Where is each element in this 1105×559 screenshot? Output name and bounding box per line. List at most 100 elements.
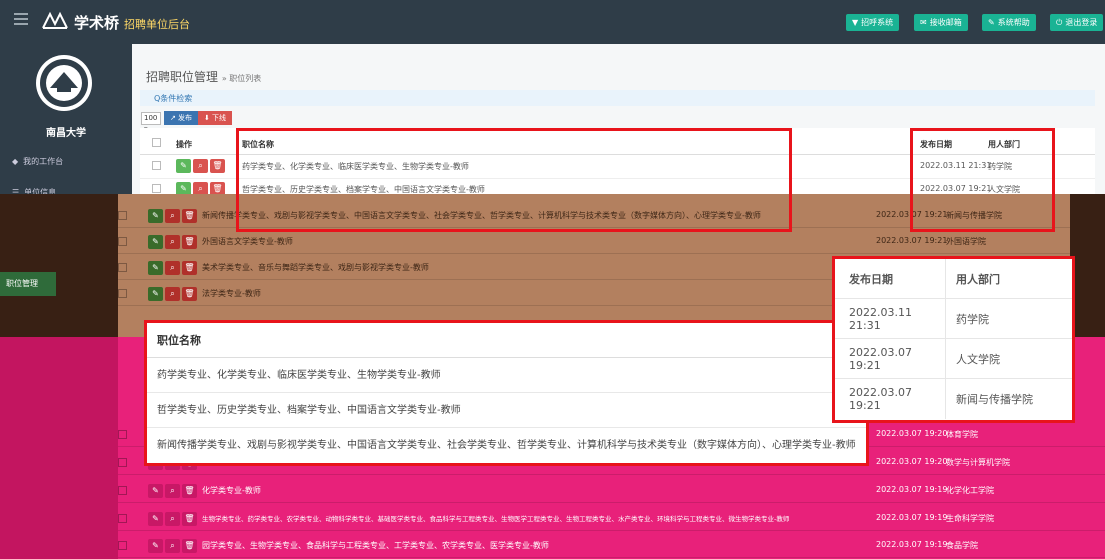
row-checkbox[interactable] [118,430,127,439]
trash-icon[interactable]: 🗑 [210,159,225,173]
zoom-row: 哲学类专业、历史学类专业、档案学专业、中国语言文学类专业-教师 [147,393,866,428]
bridge-logo-icon [42,11,68,29]
edit-icon[interactable]: ✎ [148,209,163,223]
envelope-icon: ✉ [920,18,927,27]
trash-icon[interactable]: 🗑 [182,235,197,249]
publish-date: 2022.03.07 19:19 [876,540,948,549]
recruit-system-button[interactable]: ▼ 招呼系统 [846,14,900,31]
zoom-header: 职位名称 [147,323,866,358]
edit-icon[interactable]: ✎ [148,287,163,301]
zoom-callout-date-dept: 发布日期 用人部门 2022.03.11 21:31 药学院 2022.03.0… [832,256,1075,423]
filter-label[interactable]: Q条件检索 [154,93,192,104]
publish-date: 2022.03.07 19:20 [876,429,948,438]
top-navbar: 学术桥 招聘单位后台 ▼ 招呼系统 ✉ 接收邮箱 ✎ 系统帮助 ⏻ 退出登录 [0,0,1105,44]
row-checkbox[interactable] [118,237,127,246]
department: 体育学院 [946,430,978,439]
publish-date: 2022.03.07 19:21 [876,236,948,245]
search-icon[interactable]: ⌕ [165,287,180,301]
row-checkbox[interactable] [118,486,127,495]
zoom-row: 2022.03.07 19:21 新闻与传播学院 [835,379,1072,419]
department: 数学与计算机学院 [946,458,1010,467]
university-name: 南昌大学 [46,128,86,139]
down-icon: ⬇ [203,114,210,122]
row-checkbox[interactable] [152,184,161,193]
breadcrumb: 招聘职位管理 » 职位列表 [146,70,262,84]
row-checkbox[interactable] [118,211,127,220]
department: 食品学院 [946,541,978,550]
tag-icon: ◆ [12,157,19,166]
search-icon[interactable]: ⌕ [193,159,208,173]
brand-name: 学术桥 [74,14,120,32]
publish-date: 2022.03.07 19:19 [876,485,948,494]
logout-button[interactable]: ⏻ 退出登录 [1050,14,1104,31]
table-row: ✎ ⌕ 🗑 园学类专业、生物学类专业、食品科学与工程类专业、工学类专业、农学类专业、… [118,534,1105,558]
trash-icon[interactable]: 🗑 [182,539,197,553]
table-row: ✎ ⌕ 🗑 化学类专业-教师 2022.03.07 19:19 化学化工学院 [118,479,1105,503]
publish-date: 2022.03.07 19:19 [876,513,948,522]
job-name[interactable]: 化学类专业-教师 [202,485,261,496]
job-name[interactable]: 法学类专业-教师 [202,288,261,299]
row-checkbox[interactable] [118,458,127,467]
job-name[interactable]: 外国语言文学类专业-教师 [202,236,293,247]
offline-button[interactable]: ⬇ 下线 [198,111,232,125]
university-seal-icon [36,55,92,111]
name-column-highlight [236,128,792,232]
edit-icon[interactable]: ✎ [148,512,163,526]
edit-icon[interactable]: ✎ [148,235,163,249]
page-size-select[interactable]: 100 ▾ [141,112,161,133]
table-row: ✎ ⌕ 🗑 生物学类专业、药学类专业、农学类专业、动物科学类专业、基础医学类专业、食… [118,507,1105,531]
sidebar-overlay-pink [0,337,118,559]
zoom-row: 2022.03.11 21:31 药学院 [835,299,1072,339]
search-icon[interactable]: ⌕ [165,512,180,526]
table-row: ✎ ⌕ 🗑 外国语言文学类专业-教师 2022.03.07 19:21 外国语学院 [118,230,1105,254]
job-name[interactable]: 美术学类专业、音乐与舞蹈学类专业、戏剧与影视学类专业-教师 [202,262,429,273]
power-icon: ⏻ [1056,18,1063,27]
department: 外国语学院 [946,237,986,246]
edit-icon[interactable]: ✎ [148,539,163,553]
trash-icon[interactable]: 🗑 [182,261,197,275]
row-checkbox[interactable] [118,289,127,298]
select-all-checkbox[interactable] [152,138,161,147]
filter-icon: ▼ [852,18,859,27]
edit-icon[interactable]: ✎ [148,261,163,275]
zoom-row: 2022.03.07 19:21 人文学院 [835,339,1072,379]
menu-toggle-icon[interactable] [14,13,28,25]
zoom-callout-job-names: 职位名称 药学类专业、化学类专业、临床医学类专业、生物学类专业-教师 哲学类专业… [144,320,869,466]
search-icon[interactable]: ⌕ [165,209,180,223]
row-checkbox[interactable] [118,514,127,523]
search-icon[interactable]: ⌕ [165,484,180,498]
row-checkbox[interactable] [118,263,127,272]
trash-icon[interactable]: 🗑 [182,287,197,301]
department: 化学化工学院 [946,486,994,495]
trash-icon[interactable]: 🗑 [182,512,197,526]
job-name[interactable]: 生物学类专业、药学类专业、农学类专业、动物科学类专业、基础医学类专业、食品科学与… [202,513,789,523]
zoom-row: 药学类专业、化学类专业、临床医学类专业、生物学类专业-教师 [147,358,866,393]
right-edge-overlay [1070,194,1105,337]
job-name[interactable]: 园学类专业、生物学类专业、食品科学与工程类专业、工学类专业、农学类专业、医学类专… [202,540,549,551]
publish-date: 2022.03.07 19:20 [876,457,948,466]
brand-subtitle: 招聘单位后台 [124,18,190,31]
publish-button[interactable]: ↗ 发布 [164,111,198,125]
zoom-row: 新闻传播学类专业、戏剧与影视学类专业、中国语言文学类专业、社会学类专业、哲学类专… [157,440,856,451]
sidebar-item-positions[interactable]: 职位管理 [0,272,56,296]
help-icon: ✎ [988,18,995,27]
row-checkbox[interactable] [118,541,127,550]
sidebar-item-workbench[interactable]: ◆ 我的工作台 [12,156,63,167]
department: 生命科学学院 [946,514,994,523]
search-icon[interactable]: ⌕ [165,539,180,553]
date-column-highlight [910,128,1055,232]
edit-icon[interactable]: ✎ [148,484,163,498]
publish-icon: ↗ [169,114,176,122]
help-button[interactable]: ✎ 系统帮助 [982,14,1036,31]
inbox-button[interactable]: ✉ 接收邮箱 [914,14,968,31]
zoom-header: 发布日期 用人部门 [835,259,1072,299]
edit-icon[interactable]: ✎ [176,159,191,173]
trash-icon[interactable]: 🗑 [182,484,197,498]
sidebar-overlay-dark [0,194,118,337]
trash-icon[interactable]: 🗑 [182,209,197,223]
row-checkbox[interactable] [152,161,161,170]
header-operation: 操作 [176,140,192,149]
search-icon[interactable]: ⌕ [165,235,180,249]
filter-panel[interactable] [140,90,1095,106]
search-icon[interactable]: ⌕ [165,261,180,275]
